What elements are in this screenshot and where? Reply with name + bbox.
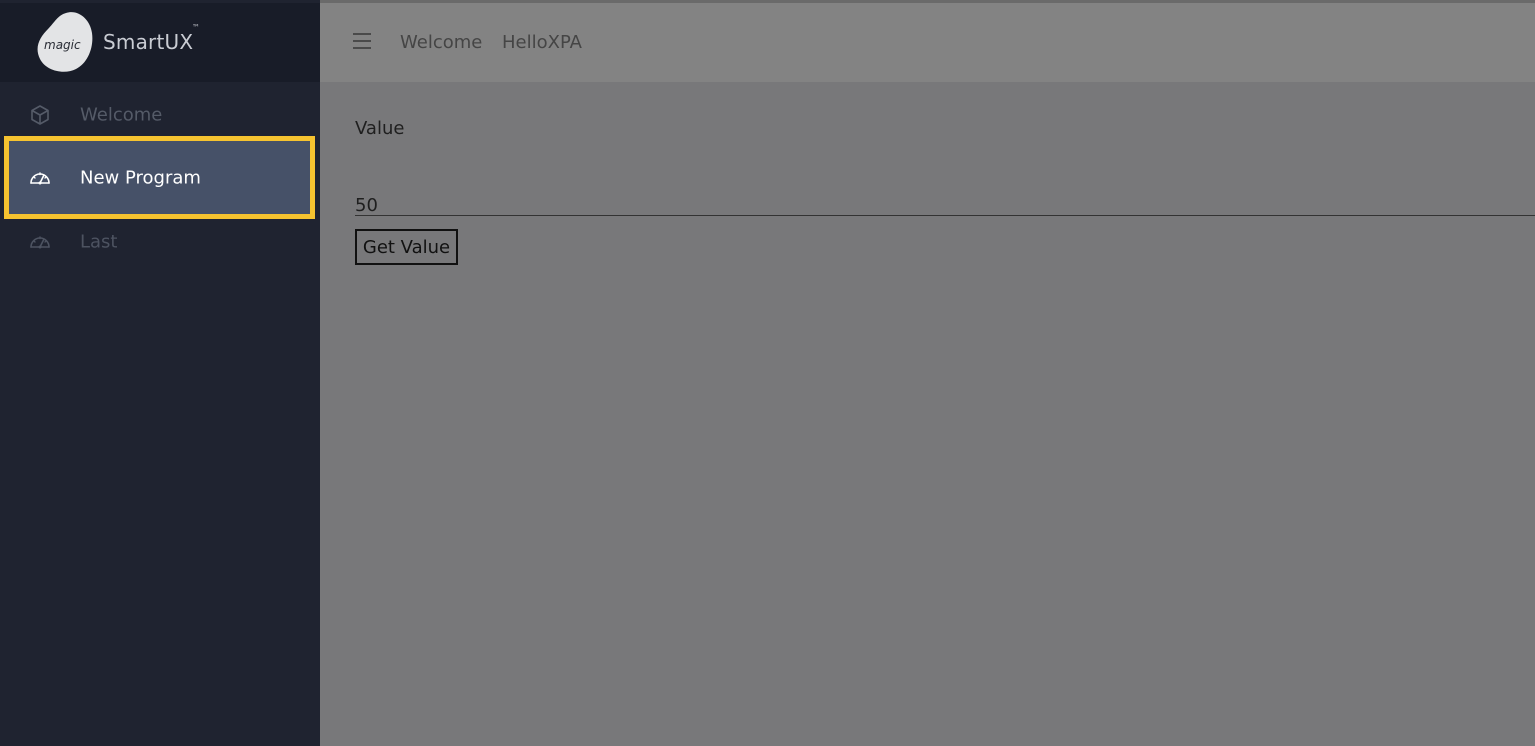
hamburger-icon[interactable] (353, 33, 373, 51)
trademark-symbol: ™ (192, 23, 200, 32)
magic-logo-icon: magic (37, 12, 93, 72)
value-label: Value (355, 118, 405, 139)
main-content: Value Get Value (320, 82, 1535, 746)
get-value-button[interactable]: Get Value (355, 229, 458, 265)
brand-name: SmartUX (103, 30, 194, 54)
sidebar-item-last[interactable]: Last (0, 210, 320, 274)
sidebar-item-label: Welcome (80, 104, 163, 126)
breadcrumb-welcome[interactable]: Welcome (400, 32, 482, 53)
top-header: Welcome HelloXPA (320, 3, 1535, 82)
sidebar-item-label: Last (80, 231, 118, 253)
breadcrumb-helloxpa[interactable]: HelloXPA (502, 32, 582, 53)
sidebar-item-label: New Program (80, 167, 201, 189)
cube-icon (31, 105, 49, 125)
speedometer-icon (30, 236, 50, 249)
sidebar-item-new-program[interactable]: New Program (0, 136, 320, 219)
brand-bar: magic SmartUX ™ (0, 3, 320, 82)
value-input[interactable] (355, 195, 1535, 216)
logo-text: magic (44, 38, 81, 52)
speedometer-icon (30, 172, 50, 185)
sidebar: magic SmartUX ™ Welcome New Program Last (0, 0, 320, 746)
app-window: magic SmartUX ™ Welcome New Program Last… (0, 0, 1535, 746)
